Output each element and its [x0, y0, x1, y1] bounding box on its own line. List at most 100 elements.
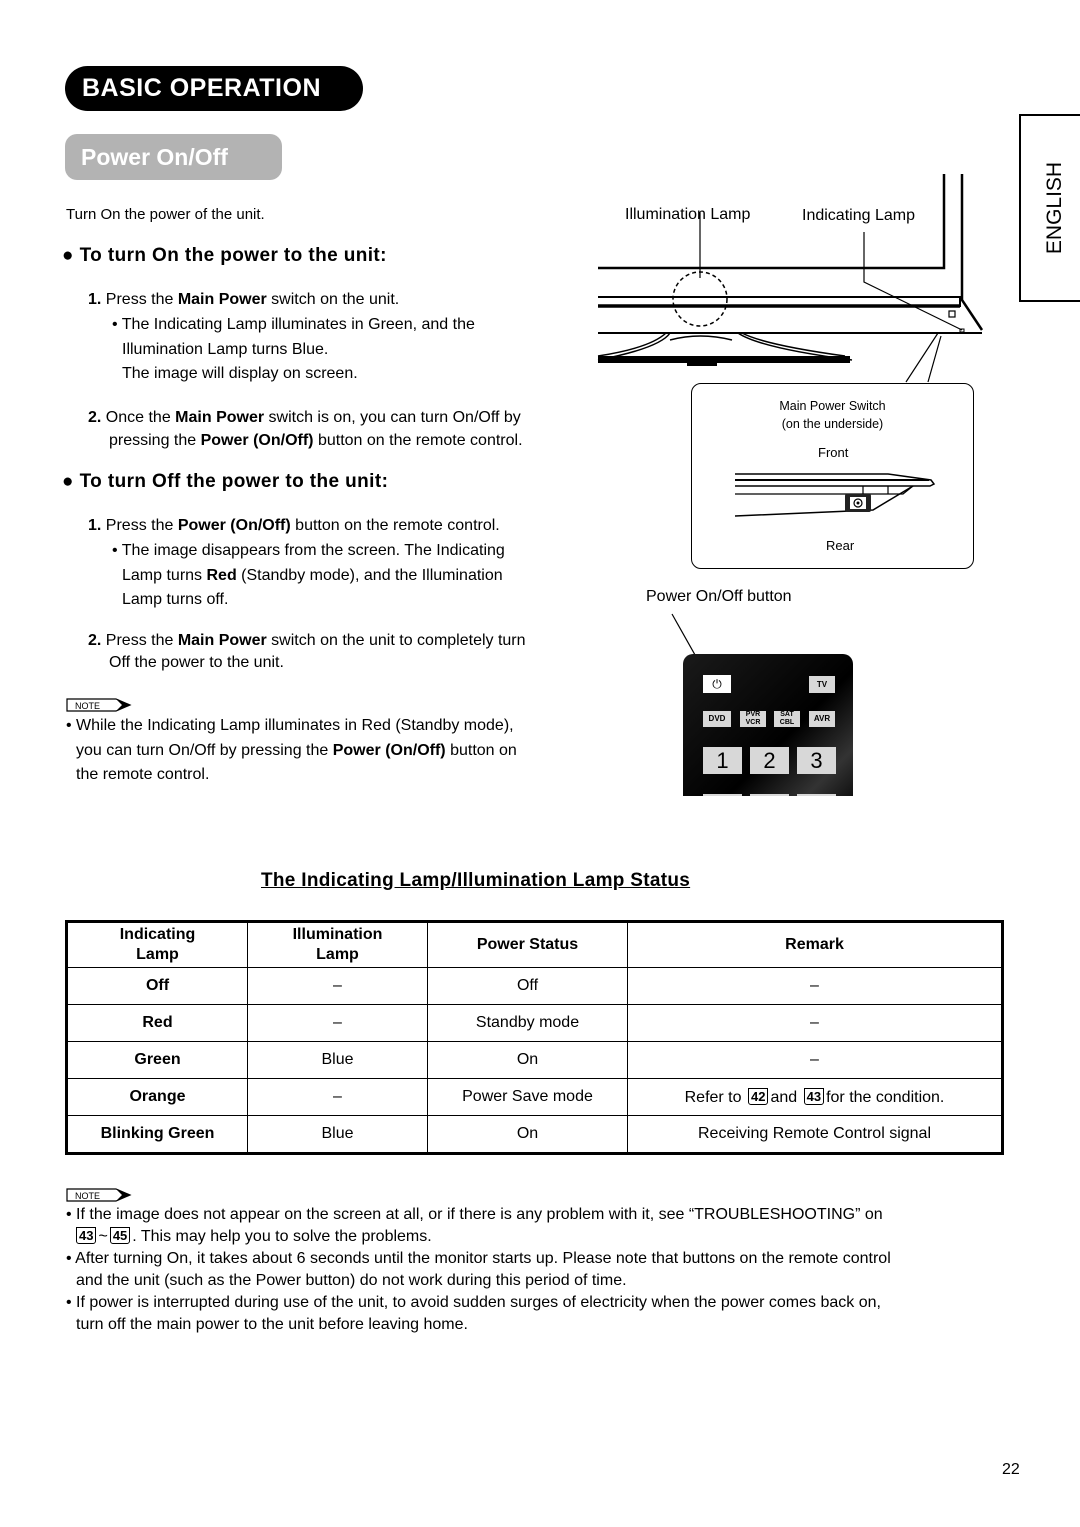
- step-text: Press the: [105, 517, 178, 534]
- indicating-lamp-icon: [948, 310, 956, 318]
- table-cell: –: [627, 1004, 1003, 1042]
- note-text: you can turn On/Off by pressing the: [76, 741, 333, 759]
- note-text: While the Indicating Lamp illuminates in…: [76, 717, 514, 734]
- note-line: you can turn On/Off by pressing the Powe…: [66, 739, 596, 764]
- remote-power-button[interactable]: ⏻: [703, 675, 731, 693]
- language-tab-label: ENGLISH: [1043, 161, 1066, 255]
- table-cell-remark-refer: Refer to 42 and 43 for the condition.: [627, 1078, 1003, 1116]
- step-text: button on the remote control.: [290, 517, 500, 534]
- callout-title: Main Power Switch (on the underside): [691, 397, 974, 433]
- note-1-text: • While the Indicating Lamp illuminates …: [66, 714, 596, 788]
- page-reference-link[interactable]: 45: [109, 1227, 131, 1244]
- detail-line: • The image disappears from the screen. …: [112, 542, 505, 559]
- power-button-label: Power On/Off button: [646, 588, 792, 605]
- detail-text: The Indicating Lamp illuminates in Green…: [121, 316, 475, 333]
- detail-line: Lamp turns Red (Standby mode), and the I…: [112, 564, 505, 589]
- table-cell: Orange: [66, 1078, 248, 1116]
- page-reference-link[interactable]: 43: [76, 1227, 97, 1244]
- table-cell: On: [427, 1115, 628, 1154]
- turn-off-heading-text: To turn Off the power to the unit:: [79, 471, 389, 492]
- detail-text: (Standby mode), and the Illumination: [236, 566, 503, 584]
- remote-number-1-button[interactable]: 1: [703, 747, 742, 774]
- turn-off-step-1: 1. Press the Power (On/Off) button on th…: [88, 514, 500, 539]
- table-cell: –: [627, 967, 1003, 1005]
- bullet-icon: ●: [62, 471, 80, 492]
- detail-line: • The Indicating Lamp illuminates in Gre…: [112, 316, 475, 333]
- detail-text: Lamp turns: [122, 566, 207, 584]
- step-text: Press the: [105, 632, 178, 649]
- step-line: 2. Once the Main Power switch is on, you…: [88, 406, 523, 431]
- page-reference-link[interactable]: 42: [747, 1087, 769, 1105]
- step-number: 1.: [88, 291, 102, 308]
- note-line: • While the Indicating Lamp illuminates …: [66, 717, 514, 734]
- remote-dvd-button[interactable]: DVD: [703, 711, 731, 727]
- column-header: Power Status: [427, 921, 628, 968]
- screen-edge: [598, 174, 946, 270]
- turn-on-step-2: 2. Once the Main Power switch is on, you…: [88, 406, 523, 453]
- remote-sat-cbl-button[interactable]: SAT CBL: [774, 711, 800, 727]
- note-text: button on: [445, 741, 517, 759]
- step-line: 2. Press the Main Power switch on the un…: [88, 629, 526, 654]
- note-tag-text: NOTE: [75, 701, 100, 711]
- remote-avr-button[interactable]: AVR: [809, 711, 835, 727]
- step-text: switch on the unit.: [266, 291, 400, 308]
- table-cell: Receiving Remote Control signal: [627, 1115, 1003, 1154]
- note-line: • After turning On, it takes about 6 sec…: [66, 1250, 891, 1267]
- table-cell: Blinking Green: [66, 1115, 248, 1154]
- table-cell: Off: [427, 967, 628, 1005]
- note-line: 43 ~45. This may help you to solve the pr…: [66, 1226, 1011, 1248]
- table-cell: Blue: [247, 1041, 428, 1079]
- turn-on-heading-text: To turn On the power to the unit:: [79, 245, 387, 266]
- remote-number-2-button[interactable]: 2: [750, 747, 789, 774]
- remote-tv-button[interactable]: TV: [809, 676, 835, 693]
- step-number: 1.: [88, 517, 102, 534]
- remote-number-3-button[interactable]: 3: [797, 747, 836, 774]
- table-cell: Blue: [247, 1115, 428, 1154]
- table-cell: –: [247, 967, 428, 1005]
- illumination-lamp-highlight: [672, 271, 728, 327]
- lamp-status-table: Indicating Lamp Illumination Lamp Power …: [65, 920, 1004, 1155]
- language-tab: ENGLISH: [1019, 114, 1080, 302]
- column-header: Illumination Lamp: [247, 921, 428, 968]
- detail-text: The image disappears from the screen. Th…: [121, 542, 505, 559]
- table-cell: On: [427, 1041, 628, 1079]
- table-cell: Off: [66, 967, 248, 1005]
- table-cell: Red: [66, 1004, 248, 1042]
- intro-text: Turn On the power of the unit.: [66, 206, 265, 223]
- step-number: 2.: [88, 632, 102, 649]
- note-text: If power is interrupted during use of th…: [76, 1294, 881, 1311]
- bezel-edge: [960, 174, 984, 331]
- remark-text: and: [770, 1088, 798, 1106]
- front-label: Front: [818, 445, 849, 460]
- table-cell: –: [247, 1004, 428, 1042]
- table-title: The Indicating Lamp/Illumination Lamp St…: [261, 870, 691, 891]
- page-number: 22: [1002, 1461, 1020, 1478]
- step-text: Press the: [105, 291, 178, 308]
- remote-pvr-vcr-button[interactable]: PVR VCR: [740, 711, 766, 727]
- note-line: the remote control.: [76, 766, 210, 783]
- table-cell: –: [247, 1078, 428, 1116]
- note-tag-text: NOTE: [75, 1191, 100, 1201]
- table-header-row: Indicating Lamp Illumination Lamp Power …: [66, 921, 1003, 968]
- step-text: switch is on, you can turn On/Off by: [264, 409, 521, 426]
- note-text: If the image does not appear on the scre…: [76, 1206, 883, 1223]
- page-reference-link[interactable]: 43: [803, 1087, 825, 1105]
- turn-on-heading: ● To turn On the power to the unit:: [62, 245, 387, 267]
- detail-line: Lamp turns off.: [122, 591, 229, 608]
- note-line: • If power is interrupted during use of …: [66, 1294, 881, 1311]
- step-text: button on the remote control.: [313, 431, 523, 449]
- bullet-icon: ●: [62, 245, 80, 266]
- table-cell: –: [627, 1041, 1003, 1079]
- table-row: Off – Off –: [66, 967, 1003, 1005]
- step-bold-text: Power (On/Off): [200, 431, 314, 449]
- table-cell: Power Save mode: [427, 1078, 628, 1116]
- step-text: pressing the: [109, 431, 201, 449]
- step-text: switch on the unit to completely turn: [266, 632, 526, 649]
- table-cell: Standby mode: [427, 1004, 628, 1042]
- step-text: Once the: [105, 409, 176, 426]
- section-title: BASIC OPERATION: [65, 66, 363, 111]
- step-line: Off the power to the unit.: [109, 653, 284, 671]
- callout-title-line: (on the underside): [781, 417, 884, 431]
- main-power-switch-diagram: [734, 473, 936, 517]
- remark-text: Refer to: [684, 1088, 742, 1106]
